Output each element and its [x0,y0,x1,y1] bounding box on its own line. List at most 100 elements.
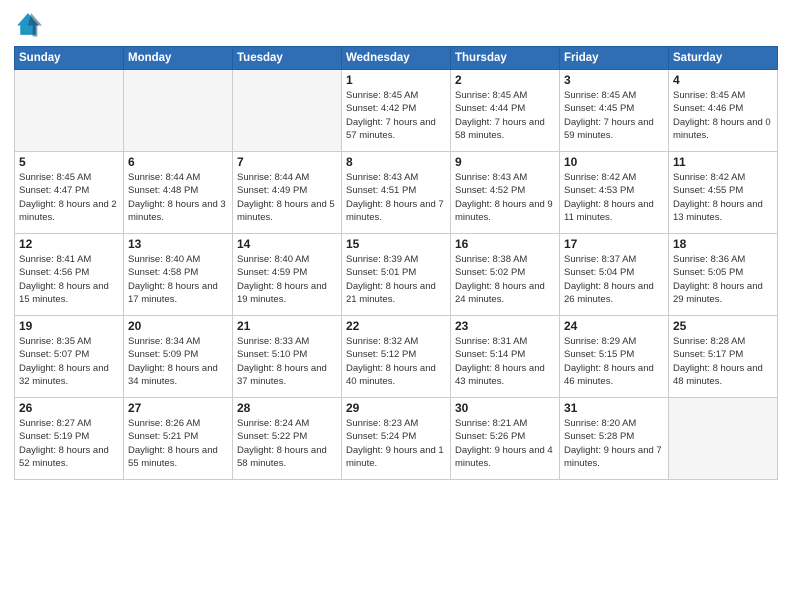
calendar-table: SundayMondayTuesdayWednesdayThursdayFrid… [14,46,778,480]
calendar-cell: 25 Sunrise: 8:28 AMSunset: 5:17 PMDayligh… [669,316,778,398]
day-info: Sunrise: 8:23 AMSunset: 5:24 PMDaylight:… [346,417,446,470]
day-info: Sunrise: 8:45 AMSunset: 4:47 PMDaylight:… [19,171,119,224]
col-header-sunday: Sunday [15,47,124,70]
calendar-cell [669,398,778,480]
day-info: Sunrise: 8:36 AMSunset: 5:05 PMDaylight:… [673,253,773,306]
col-header-thursday: Thursday [451,47,560,70]
day-number: 29 [346,401,446,415]
calendar-cell: 11 Sunrise: 8:42 AMSunset: 4:55 PMDayligh… [669,152,778,234]
col-header-monday: Monday [124,47,233,70]
day-number: 16 [455,237,555,251]
calendar-cell: 4 Sunrise: 8:45 AMSunset: 4:46 PMDaylight… [669,70,778,152]
calendar-cell: 5 Sunrise: 8:45 AMSunset: 4:47 PMDaylight… [15,152,124,234]
day-info: Sunrise: 8:39 AMSunset: 5:01 PMDaylight:… [346,253,446,306]
day-number: 18 [673,237,773,251]
calendar-cell: 14 Sunrise: 8:40 AMSunset: 4:59 PMDayligh… [233,234,342,316]
col-header-friday: Friday [560,47,669,70]
day-info: Sunrise: 8:45 AMSunset: 4:45 PMDaylight:… [564,89,664,142]
calendar-cell: 30Sunrise: 8:21 AMSunset: 5:26 PMDayligh… [451,398,560,480]
day-info: Sunrise: 8:20 AMSunset: 5:28 PMDaylight:… [564,417,664,470]
col-header-saturday: Saturday [669,47,778,70]
calendar-cell: 29 Sunrise: 8:23 AMSunset: 5:24 PMDayligh… [342,398,451,480]
day-info: Sunrise: 8:40 AMSunset: 4:59 PMDaylight:… [237,253,337,306]
day-info: Sunrise: 8:44 AMSunset: 4:49 PMDaylight:… [237,171,337,224]
logo [14,10,46,38]
calendar-cell: 18 Sunrise: 8:36 AMSunset: 5:05 PMDayligh… [669,234,778,316]
calendar-cell: 27 Sunrise: 8:26 AMSunset: 5:21 PMDayligh… [124,398,233,480]
calendar-cell: 10Sunrise: 8:42 AMSunset: 4:53 PMDayligh… [560,152,669,234]
day-number: 25 [673,319,773,333]
day-info: Sunrise: 8:37 AMSunset: 5:04 PMDaylight:… [564,253,664,306]
header [14,10,778,38]
day-number: 31 [564,401,664,415]
calendar-cell: 21 Sunrise: 8:33 AMSunset: 5:10 PMDayligh… [233,316,342,398]
page: SundayMondayTuesdayWednesdayThursdayFrid… [0,0,792,612]
day-info: Sunrise: 8:41 AMSunset: 4:56 PMDaylight:… [19,253,119,306]
col-header-tuesday: Tuesday [233,47,342,70]
calendar-cell: 7 Sunrise: 8:44 AMSunset: 4:49 PMDaylight… [233,152,342,234]
day-info: Sunrise: 8:44 AMSunset: 4:48 PMDaylight:… [128,171,228,224]
day-number: 2 [455,73,555,87]
calendar-cell: 24 Sunrise: 8:29 AMSunset: 5:15 PMDayligh… [560,316,669,398]
calendar-cell [15,70,124,152]
week-row-4: 26Sunrise: 8:27 AMSunset: 5:19 PMDayligh… [15,398,778,480]
day-info: Sunrise: 8:45 AMSunset: 4:42 PMDaylight:… [346,89,446,142]
week-row-1: 5 Sunrise: 8:45 AMSunset: 4:47 PMDaylight… [15,152,778,234]
day-info: Sunrise: 8:42 AMSunset: 4:53 PMDaylight:… [564,171,664,224]
day-info: Sunrise: 8:42 AMSunset: 4:55 PMDaylight:… [673,171,773,224]
day-number: 17 [564,237,664,251]
day-number: 14 [237,237,337,251]
calendar-cell: 3 Sunrise: 8:45 AMSunset: 4:45 PMDaylight… [560,70,669,152]
day-number: 12 [19,237,119,251]
calendar-cell: 20 Sunrise: 8:34 AMSunset: 5:09 PMDayligh… [124,316,233,398]
calendar-cell: 12 Sunrise: 8:41 AMSunset: 4:56 PMDayligh… [15,234,124,316]
calendar-cell: 2 Sunrise: 8:45 AMSunset: 4:44 PMDaylight… [451,70,560,152]
day-info: Sunrise: 8:33 AMSunset: 5:10 PMDaylight:… [237,335,337,388]
calendar-cell: 28Sunrise: 8:24 AMSunset: 5:22 PMDayligh… [233,398,342,480]
day-info: Sunrise: 8:32 AMSunset: 5:12 PMDaylight:… [346,335,446,388]
day-info: Sunrise: 8:45 AMSunset: 4:44 PMDaylight:… [455,89,555,142]
day-number: 4 [673,73,773,87]
day-number: 30 [455,401,555,415]
calendar-cell: 19 Sunrise: 8:35 AMSunset: 5:07 PMDayligh… [15,316,124,398]
day-number: 24 [564,319,664,333]
day-number: 3 [564,73,664,87]
day-info: Sunrise: 8:43 AMSunset: 4:51 PMDaylight:… [346,171,446,224]
calendar-cell: 13Sunrise: 8:40 AMSunset: 4:58 PMDayligh… [124,234,233,316]
day-number: 11 [673,155,773,169]
day-number: 7 [237,155,337,169]
calendar-cell [124,70,233,152]
week-row-2: 12 Sunrise: 8:41 AMSunset: 4:56 PMDayligh… [15,234,778,316]
day-number: 22 [346,319,446,333]
day-number: 19 [19,319,119,333]
calendar-cell: 1Sunrise: 8:45 AMSunset: 4:42 PMDaylight… [342,70,451,152]
day-info: Sunrise: 8:26 AMSunset: 5:21 PMDaylight:… [128,417,228,470]
week-row-3: 19 Sunrise: 8:35 AMSunset: 5:07 PMDayligh… [15,316,778,398]
day-info: Sunrise: 8:38 AMSunset: 5:02 PMDaylight:… [455,253,555,306]
day-number: 21 [237,319,337,333]
day-info: Sunrise: 8:45 AMSunset: 4:46 PMDaylight:… [673,89,773,142]
calendar-cell: 9Sunrise: 8:43 AMSunset: 4:52 PMDaylight… [451,152,560,234]
day-info: Sunrise: 8:31 AMSunset: 5:14 PMDaylight:… [455,335,555,388]
day-number: 8 [346,155,446,169]
day-number: 27 [128,401,228,415]
day-info: Sunrise: 8:35 AMSunset: 5:07 PMDaylight:… [19,335,119,388]
col-header-wednesday: Wednesday [342,47,451,70]
week-row-0: 1Sunrise: 8:45 AMSunset: 4:42 PMDaylight… [15,70,778,152]
day-number: 23 [455,319,555,333]
calendar-cell: 16 Sunrise: 8:38 AMSunset: 5:02 PMDayligh… [451,234,560,316]
day-info: Sunrise: 8:34 AMSunset: 5:09 PMDaylight:… [128,335,228,388]
calendar-cell: 17 Sunrise: 8:37 AMSunset: 5:04 PMDayligh… [560,234,669,316]
day-number: 20 [128,319,228,333]
day-number: 6 [128,155,228,169]
day-info: Sunrise: 8:28 AMSunset: 5:17 PMDaylight:… [673,335,773,388]
calendar-cell: 6 Sunrise: 8:44 AMSunset: 4:48 PMDaylight… [124,152,233,234]
day-info: Sunrise: 8:27 AMSunset: 5:19 PMDaylight:… [19,417,119,470]
day-info: Sunrise: 8:29 AMSunset: 5:15 PMDaylight:… [564,335,664,388]
calendar-cell: 8 Sunrise: 8:43 AMSunset: 4:51 PMDaylight… [342,152,451,234]
header-row: SundayMondayTuesdayWednesdayThursdayFrid… [15,47,778,70]
calendar-cell: 26Sunrise: 8:27 AMSunset: 5:19 PMDayligh… [15,398,124,480]
day-number: 5 [19,155,119,169]
calendar-cell: 15Sunrise: 8:39 AMSunset: 5:01 PMDayligh… [342,234,451,316]
calendar-cell: 22 Sunrise: 8:32 AMSunset: 5:12 PMDayligh… [342,316,451,398]
